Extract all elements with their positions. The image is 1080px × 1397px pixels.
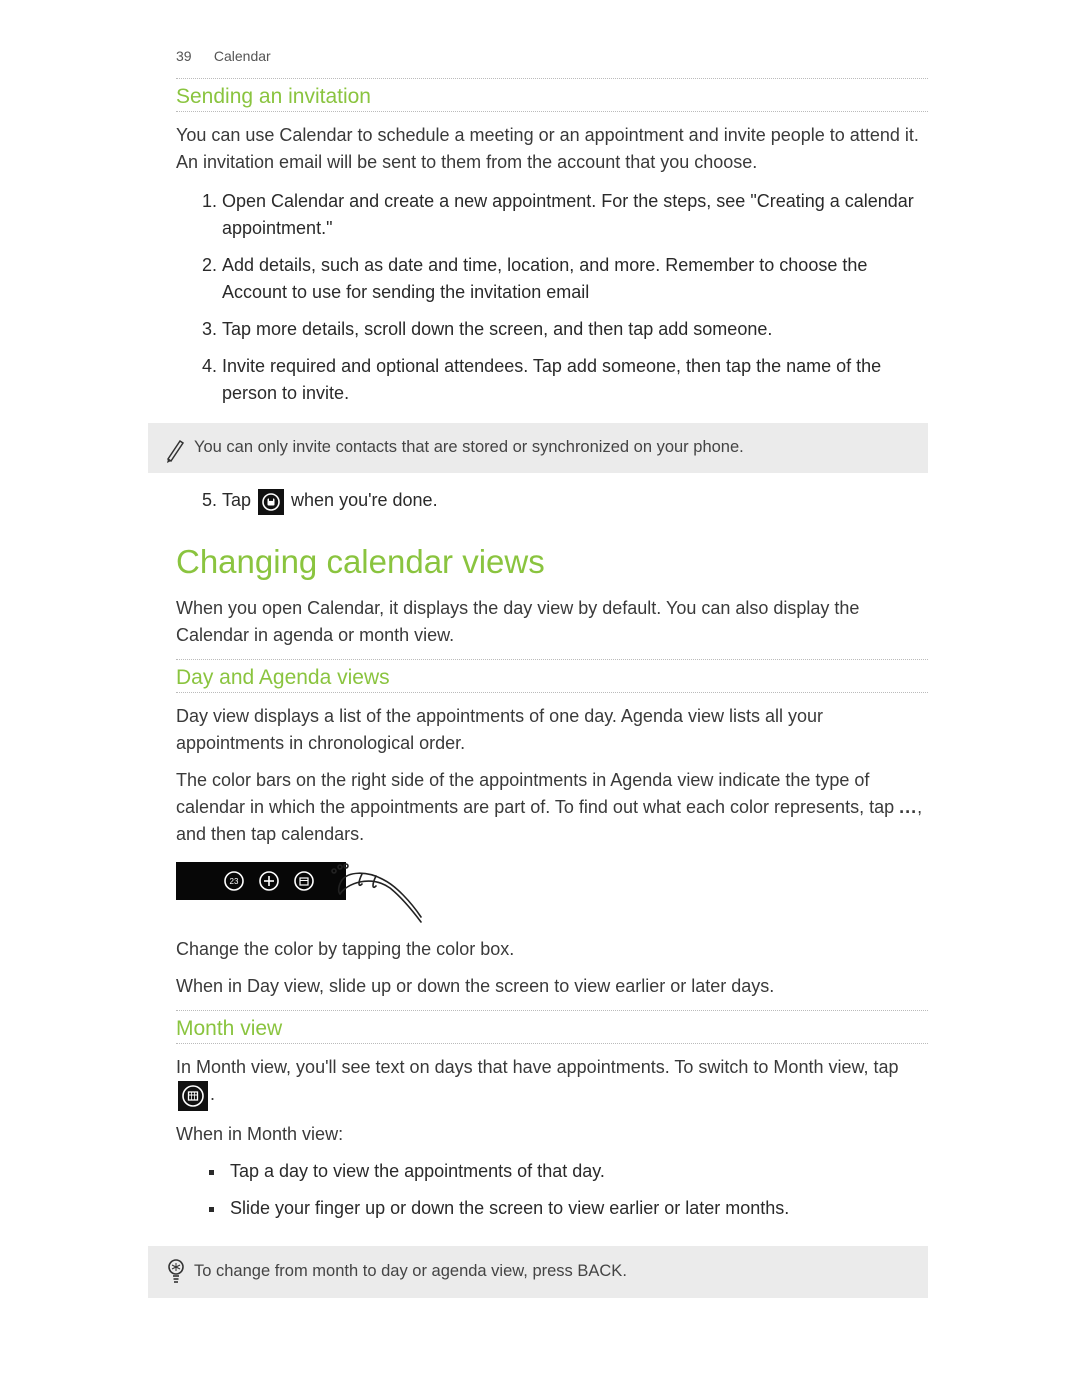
step-1: Open Calendar and create a new appointme…: [222, 188, 928, 242]
lightbulb-icon: [158, 1256, 194, 1288]
month-view-p1: In Month view, you'll see text on days t…: [176, 1054, 928, 1111]
calendars-term: calendars: [281, 824, 359, 844]
steps-list: Open Calendar and create a new appointme…: [176, 188, 928, 407]
save-icon: [258, 489, 284, 515]
tap-gesture-icon: [326, 862, 426, 926]
svg-text:23: 23: [230, 877, 239, 886]
step-5: Tap when you're done.: [222, 487, 928, 515]
page-header: 39 Calendar: [176, 48, 928, 64]
changing-views-intro: When you open Calendar, it displays the …: [176, 595, 928, 649]
toolbar-figure: 23: [176, 862, 426, 926]
section-rule: [176, 111, 928, 112]
section-rule: [176, 1043, 928, 1044]
section-rule: [176, 659, 928, 660]
bullet-1: Tap a day to view the appointments of th…: [226, 1158, 928, 1185]
section-heading-day-agenda: Day and Agenda views: [176, 666, 928, 690]
month-view-p2: When in Month view:: [176, 1121, 928, 1148]
tip-box: To change from month to day or agenda vi…: [148, 1246, 928, 1298]
add-someone-term: add someone: [567, 356, 676, 376]
tip-text: To change from month to day or agenda vi…: [194, 1260, 627, 1283]
more-details-term: more details: [256, 319, 354, 339]
app-toolbar: 23: [176, 862, 346, 900]
intro-paragraph: You can use Calendar to schedule a meeti…: [176, 122, 928, 176]
step-3: Tap more details, scroll down the screen…: [222, 316, 928, 343]
pencil-icon: [158, 433, 194, 463]
month-view-icon: [178, 1081, 208, 1111]
step-4: Invite required and optional attendees. …: [222, 353, 928, 407]
month-view-bullets: Tap a day to view the appointments of th…: [176, 1158, 928, 1222]
day-23-icon: 23: [222, 869, 246, 893]
day-agenda-p2: The color bars on the right side of the …: [176, 767, 928, 848]
add-someone-term: add someone: [658, 319, 767, 339]
note-box: You can only invite contacts that are st…: [148, 423, 928, 473]
steps-list-continued: Tap when you're done.: [176, 487, 928, 515]
section-heading-changing-views: Changing calendar views: [176, 543, 928, 581]
chapter-name: Calendar: [214, 48, 271, 64]
section-rule: [176, 78, 928, 79]
day-agenda-p3: Change the color by tapping the color bo…: [176, 936, 928, 963]
ellipsis-term: ...: [899, 797, 917, 817]
step-2: Add details, such as date and time, loca…: [222, 252, 928, 306]
section-rule: [176, 1010, 928, 1011]
bullet-2: Slide your finger up or down the screen …: [226, 1195, 928, 1222]
account-term: Account: [222, 282, 287, 302]
section-heading-sending-invitation: Sending an invitation: [176, 85, 928, 109]
section-heading-month-view: Month view: [176, 1017, 928, 1041]
day-agenda-p4: When in Day view, slide up or down the s…: [176, 973, 928, 1000]
page-number: 39: [176, 48, 210, 64]
add-icon: [257, 869, 281, 893]
calendar-month-icon: [292, 869, 316, 893]
page: 39 Calendar Sending an invitation You ca…: [0, 0, 1080, 1372]
day-agenda-p1: Day view displays a list of the appointm…: [176, 703, 928, 757]
section-rule: [176, 692, 928, 693]
note-text: You can only invite contacts that are st…: [194, 436, 744, 459]
